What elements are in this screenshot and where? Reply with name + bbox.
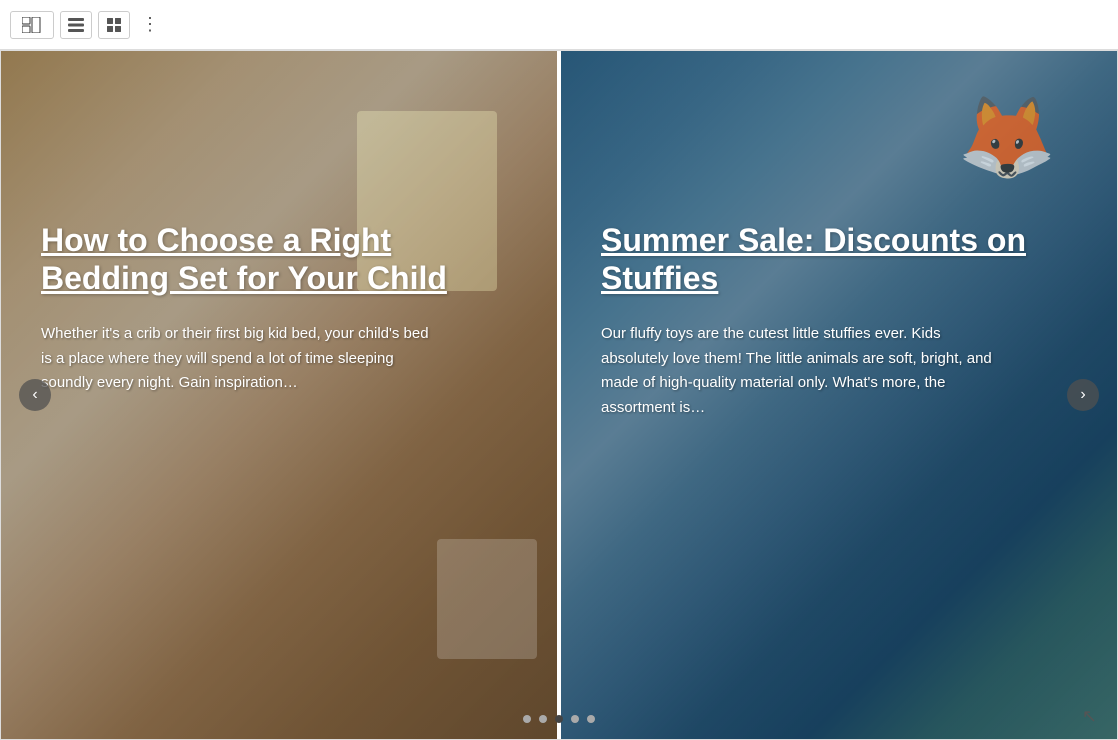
dot-4[interactable] xyxy=(571,715,579,723)
slide-right: Summer Sale: Discounts on Stuffies Our f… xyxy=(561,51,1117,739)
toolbar-grid-btn[interactable] xyxy=(98,11,130,39)
slide-left: How to Choose a Right Bedding Set for Yo… xyxy=(1,51,557,739)
dot-2[interactable] xyxy=(539,715,547,723)
toolbar-more-btn[interactable]: ⋮ xyxy=(136,11,164,39)
slide-right-body: Our fluffy toys are the cutest little st… xyxy=(601,322,1001,421)
slide-left-content: How to Choose a Right Bedding Set for Yo… xyxy=(1,51,557,739)
slideshow-container: How to Choose a Right Bedding Set for Yo… xyxy=(0,50,1118,740)
nav-prev-arrow[interactable]: ‹ xyxy=(19,379,51,411)
nav-next-arrow[interactable]: › xyxy=(1067,379,1099,411)
toolbar-view-btn[interactable] xyxy=(10,11,54,39)
cursor-icon: ↖ xyxy=(1082,706,1097,727)
dot-3[interactable] xyxy=(555,715,563,723)
slide-left-body: Whether it's a crib or their first big k… xyxy=(41,322,441,396)
slide-right-content: Summer Sale: Discounts on Stuffies Our f… xyxy=(561,51,1117,739)
toolbar-list-btn[interactable] xyxy=(60,11,92,39)
dot-5[interactable] xyxy=(587,715,595,723)
slide-dots xyxy=(523,715,595,723)
slide-left-title[interactable]: How to Choose a Right Bedding Set for Yo… xyxy=(41,221,517,298)
slide-right-title[interactable]: Summer Sale: Discounts on Stuffies xyxy=(601,221,1077,298)
dot-1[interactable] xyxy=(523,715,531,723)
toolbar: ⋮ xyxy=(0,0,1118,50)
